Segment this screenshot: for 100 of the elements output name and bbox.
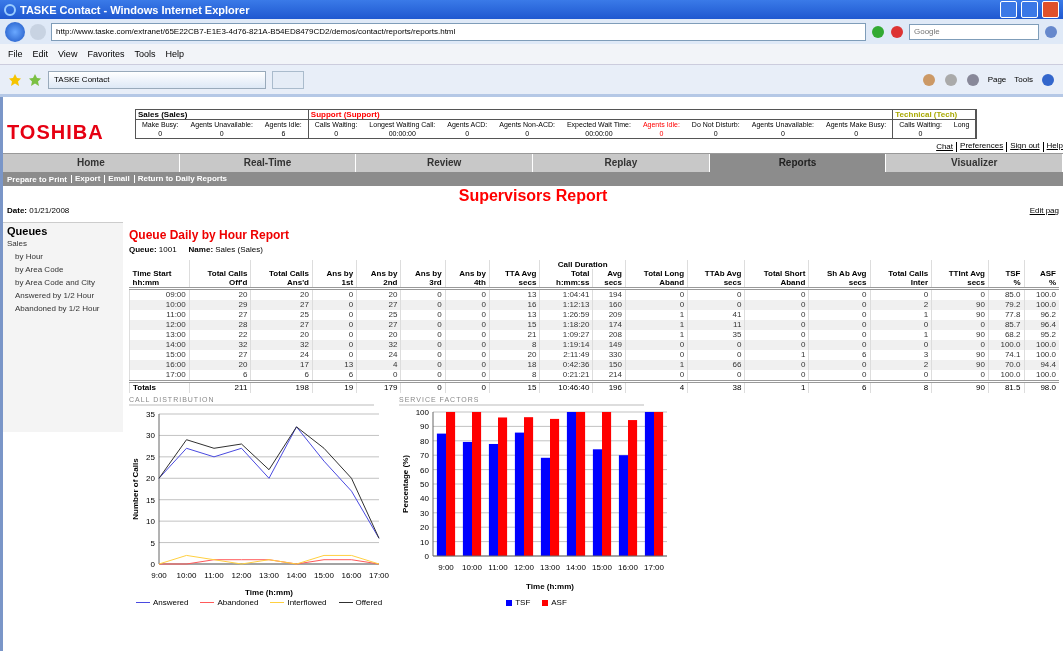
- total-cell: 98.0: [1024, 381, 1059, 393]
- group-name: Sales (Sales): [136, 110, 308, 120]
- table-cell: 0: [445, 340, 490, 350]
- edit-link[interactable]: Edit pag: [1029, 206, 1059, 218]
- column-header: Total Calls Inter: [870, 269, 932, 289]
- sidebar-item[interactable]: Abandoned by 1/2 Hour: [7, 302, 119, 315]
- total-cell: 15: [489, 381, 540, 393]
- column-header: Ans by 3rd: [400, 269, 446, 289]
- new-tab-button[interactable]: [272, 70, 304, 89]
- table-cell: 160: [592, 300, 626, 310]
- search-field[interactable]: Google: [909, 23, 1039, 40]
- table-cell: 0: [625, 300, 688, 310]
- menu-item[interactable]: Tools: [134, 49, 156, 59]
- sidebar-item[interactable]: Sales: [7, 237, 119, 250]
- command-menu[interactable]: Tools: [1014, 75, 1033, 84]
- maximize-button[interactable]: [1021, 1, 1038, 18]
- legend-label: ASF: [551, 598, 567, 607]
- menu-item[interactable]: File: [8, 49, 23, 59]
- axis-label: 16:00: [341, 571, 362, 580]
- axis-label: 0: [150, 560, 155, 569]
- axis-label: 10: [146, 517, 155, 527]
- window-title: TASKE Contact - Windows Internet Explorer: [20, 3, 251, 16]
- axis-label: 11:00: [204, 571, 224, 580]
- column-header: Total Short Aband: [744, 269, 809, 289]
- axis-label: 25: [146, 452, 155, 462]
- column-header: Sh Ab Avg secs: [808, 269, 870, 289]
- table-cell: 12:00: [129, 320, 190, 330]
- report-title: Queue Daily by Hour Report: [129, 228, 291, 242]
- table-cell: 0: [445, 370, 490, 382]
- sidebar-title: Queues: [7, 225, 49, 237]
- column-header: Ans by 4th: [445, 269, 490, 289]
- axis-label: 14:00: [566, 563, 586, 572]
- nav-tab[interactable]: Reports: [709, 154, 887, 172]
- user-link[interactable]: Help: [1042, 142, 1063, 152]
- queue-name-text: Name: Sales (Sales): [188, 245, 263, 254]
- browser-tab[interactable]: TASKE Contact: [48, 70, 266, 89]
- table-cell: 0: [400, 320, 446, 330]
- table-cell: 0: [400, 300, 446, 310]
- axis-label: 10: [420, 537, 429, 547]
- sidebar-item[interactable]: by Hour: [7, 250, 119, 263]
- address-field[interactable]: http://www.taske.com/extranet/65E22CB7-E1E3-4d76-821A-B54ED8479CD2/demos/contact/reports/reports.html: [51, 22, 866, 41]
- back-button[interactable]: [5, 21, 25, 42]
- command-menu[interactable]: Page: [987, 75, 1007, 84]
- total-cell: 0: [400, 381, 446, 393]
- table-cell: 16:00: [129, 360, 190, 370]
- table-cell: 8: [489, 370, 540, 382]
- table-cell: 28: [189, 320, 251, 330]
- axis-label: 9:00: [438, 563, 454, 572]
- table-cell: 0: [687, 300, 745, 310]
- axis-label: 13:00: [540, 563, 560, 572]
- table-cell: 214: [592, 370, 626, 382]
- table-cell: 0: [931, 320, 989, 330]
- table-cell: 1: [625, 360, 688, 370]
- user-link[interactable]: Preferences: [956, 142, 1004, 152]
- table-cell: 85.7: [988, 320, 1024, 330]
- table-cell: 79.2: [988, 300, 1024, 310]
- table-cell: 0: [687, 340, 745, 350]
- sidebar-item[interactable]: by Area Code: [7, 263, 119, 276]
- column-header: Ans by 2nd: [356, 269, 401, 289]
- sidebar-item[interactable]: by Area Code and City: [7, 276, 119, 289]
- total-cell: 10:46:40: [539, 381, 593, 393]
- menu-item[interactable]: Favorites: [87, 49, 125, 59]
- table-cell: 0: [445, 320, 490, 330]
- axis-label: 90: [420, 422, 429, 432]
- table-cell: 27: [250, 320, 313, 330]
- date-text: Date: 01/21/2008: [7, 206, 70, 217]
- axis-title: Percentage (%): [401, 455, 410, 513]
- star-icon[interactable]: [28, 72, 42, 87]
- menu-item[interactable]: Help: [165, 49, 184, 59]
- menu-item[interactable]: Edit: [32, 49, 49, 59]
- close-button[interactable]: [1042, 1, 1059, 18]
- table-cell: 100.0: [1024, 340, 1059, 350]
- menu-item[interactable]: View: [58, 49, 78, 59]
- table-cell: 20: [189, 360, 251, 370]
- table-cell: 1:19:14: [539, 340, 593, 350]
- axis-label: 12:00: [514, 563, 534, 572]
- total-cell: 211: [189, 381, 251, 393]
- table-cell: 17:00: [129, 370, 190, 382]
- logo: TOSHIBA: [7, 120, 105, 144]
- table-cell: 32: [189, 340, 251, 350]
- axis-label: 40: [420, 494, 429, 504]
- axis-label: 0: [424, 552, 429, 561]
- star-icon[interactable]: [8, 72, 22, 87]
- column-header: Time Start hh:mm: [129, 269, 190, 289]
- table-cell: 90: [931, 360, 989, 370]
- table-cell: 1: [625, 320, 688, 330]
- total-cell: 1: [744, 381, 809, 393]
- table-cell: 6: [312, 370, 357, 382]
- user-link[interactable]: Sign out: [1006, 142, 1040, 152]
- user-link[interactable]: Chat: [936, 142, 954, 152]
- axis-label: 100: [415, 408, 429, 417]
- minimize-button[interactable]: [1000, 1, 1017, 18]
- table-cell: 0: [625, 340, 688, 350]
- axis-label: 20: [420, 523, 429, 533]
- axis-label: 12:00: [231, 571, 252, 580]
- axis-label: 80: [420, 436, 429, 446]
- table-cell: 150: [592, 360, 626, 370]
- axis-label: 30: [146, 431, 155, 441]
- axis-title: Number of Calls: [131, 458, 140, 520]
- sidebar-item[interactable]: Answered by 1/2 Hour: [7, 289, 119, 302]
